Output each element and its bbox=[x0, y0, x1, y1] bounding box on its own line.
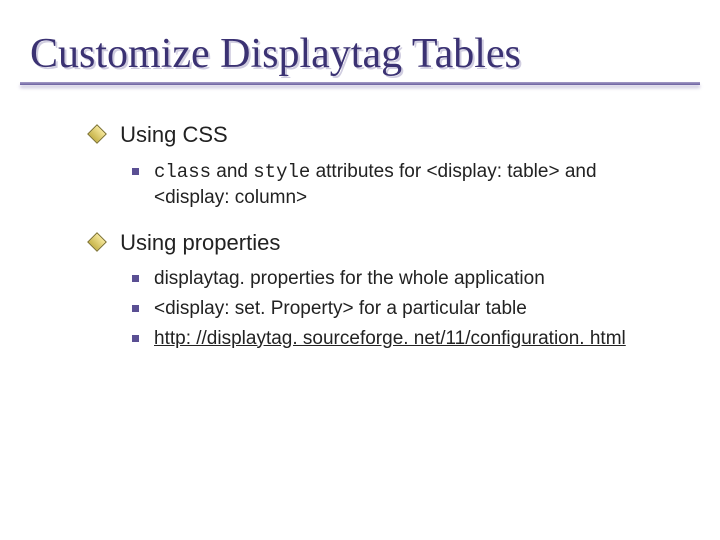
square-icon bbox=[132, 168, 139, 175]
diamond-icon bbox=[87, 232, 107, 252]
sublist: displaytag. properties for the whole app… bbox=[130, 266, 670, 351]
body-text: <display: set. Property> for a particula… bbox=[154, 298, 527, 319]
square-icon bbox=[132, 275, 139, 282]
slide: Customize Displaytag Tables Using CSS cl… bbox=[0, 0, 720, 540]
sublist: class and style attributes for <display:… bbox=[130, 159, 670, 211]
link-text[interactable]: http: //displaytag. sourceforge. net/11/… bbox=[154, 328, 626, 349]
diamond-icon bbox=[87, 124, 107, 144]
bullet-level2: <display: set. Property> for a particula… bbox=[130, 296, 670, 322]
bullet-level2: http: //displaytag. sourceforge. net/11/… bbox=[130, 326, 670, 352]
bullet-level1: Using properties bbox=[90, 229, 670, 257]
code-text: style bbox=[253, 161, 310, 183]
bullet-level1: Using CSS bbox=[90, 121, 670, 149]
section-heading: Using CSS bbox=[120, 122, 228, 147]
body-text: and bbox=[211, 161, 253, 182]
square-icon bbox=[132, 305, 139, 312]
square-icon bbox=[132, 335, 139, 342]
slide-title: Customize Displaytag Tables bbox=[30, 30, 690, 78]
section-heading: Using properties bbox=[120, 230, 280, 255]
body-text: displaytag. properties for the whole app… bbox=[154, 268, 545, 289]
bullet-level2: class and style attributes for <display:… bbox=[130, 159, 670, 211]
bullet-level2: displaytag. properties for the whole app… bbox=[130, 266, 670, 292]
code-text: class bbox=[154, 161, 211, 183]
slide-body: Using CSS class and style attributes for… bbox=[30, 85, 690, 351]
